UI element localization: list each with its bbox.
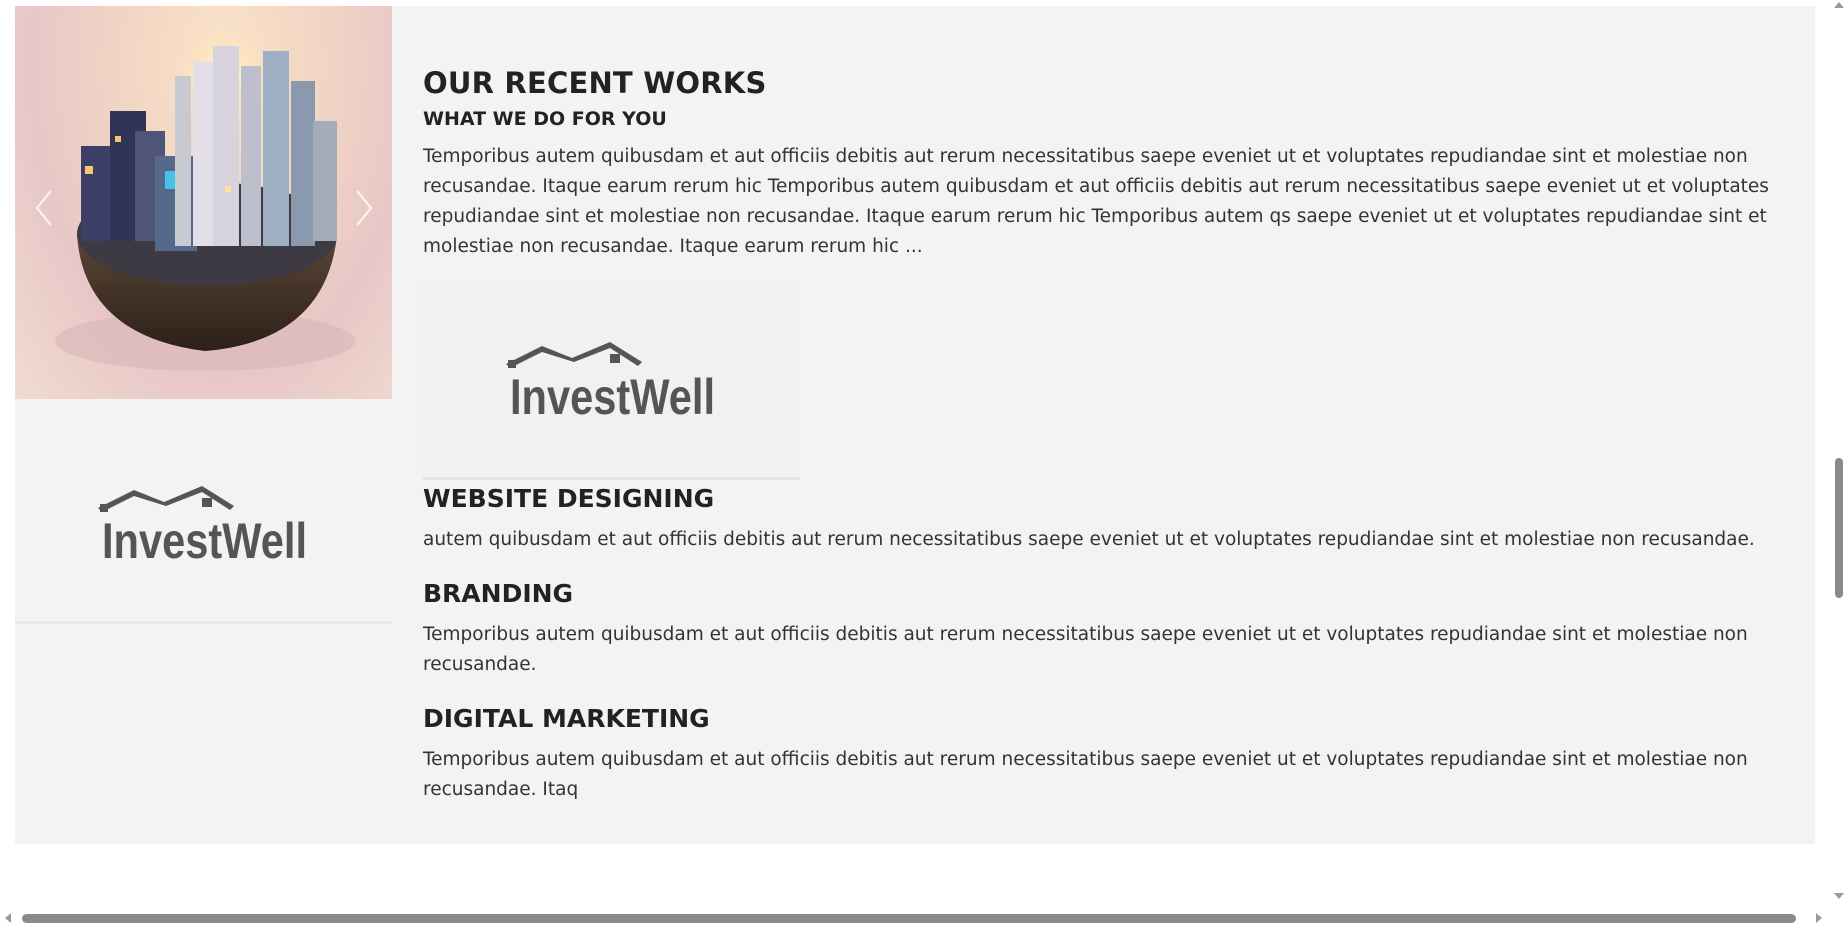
horizontal-scroll-thumb[interactable] [22,914,1796,923]
service-website-designing: WEBSITE DESIGNING autem quibusdam et aut… [423,484,1803,555]
section-subtitle: WHAT WE DO FOR YOU [423,108,667,130]
city-globe-image [55,31,355,371]
section-title: OUR RECENT WORKS [423,66,767,100]
service-text: Temporibus autem quibusdam et aut offici… [423,749,1748,800]
recent-works-section: InvestWell OUR RECENT WORKS WHAT WE DO F… [15,6,1815,844]
chevron-left-icon [35,190,52,226]
vertical-scrollbar[interactable] [1830,0,1847,909]
logo-text: InvestWell [102,513,307,564]
logo-card-secondary: InvestWell [423,282,800,480]
service-text: Temporibus autem quibusdam et aut offici… [423,624,1748,675]
scroll-right-arrow-icon[interactable] [1816,913,1822,923]
logo-card: InvestWell [15,426,392,624]
vertical-scroll-thumb[interactable] [1835,458,1843,598]
section-description: Temporibus autem quibusdam et aut offici… [423,146,1769,257]
image-slider[interactable] [15,6,392,399]
slider-prev-button[interactable] [29,188,59,228]
scroll-down-arrow-icon[interactable] [1834,893,1844,899]
service-title: BRANDING [423,579,574,608]
horizontal-scrollbar[interactable] [0,909,1830,926]
service-title: WEBSITE DESIGNING [423,484,715,513]
investwell-logo: InvestWell [97,485,307,564]
service-branding: BRANDING Temporibus autem quibusdam et a… [423,579,1803,680]
chevron-right-icon [356,190,373,226]
investwell-logo: InvestWell [505,341,715,420]
scroll-left-arrow-icon[interactable] [5,913,11,923]
works-content: OUR RECENT WORKS WHAT WE DO FOR YOU Temp… [423,66,1803,805]
slider-next-button[interactable] [349,188,379,228]
service-title: DIGITAL MARKETING [423,704,710,733]
service-digital-marketing: DIGITAL MARKETING Temporibus autem quibu… [423,704,1803,805]
logo-text: InvestWell [510,369,715,420]
service-text: autem quibusdam et aut officiis debitis … [423,529,1755,550]
scroll-up-arrow-icon[interactable] [1834,2,1844,8]
